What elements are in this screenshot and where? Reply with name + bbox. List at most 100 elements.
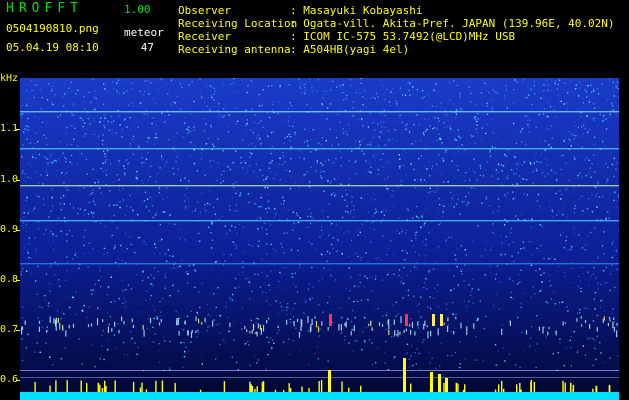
- noise-speck: [191, 163, 193, 166]
- noise-speck: [415, 363, 417, 365]
- noise-speck: [299, 86, 301, 88]
- noise-speck: [93, 198, 95, 200]
- noise-speck: [27, 92, 30, 94]
- noise-speck: [399, 158, 401, 160]
- noise-speck: [617, 84, 619, 86]
- noise-speck: [155, 214, 157, 216]
- noise-speck: [156, 173, 158, 175]
- noise-speck: [437, 117, 439, 119]
- noise-speck: [267, 90, 269, 93]
- noise-speck: [515, 142, 518, 145]
- noise-speck: [392, 304, 395, 306]
- band-speck: [612, 321, 614, 329]
- noise-speck: [72, 296, 74, 299]
- noise-speck: [405, 232, 407, 234]
- noise-speck: [549, 274, 551, 276]
- noise-speck: [265, 228, 268, 231]
- noise-speck: [594, 340, 596, 342]
- noise-speck: [51, 205, 54, 207]
- noise-speck: [489, 266, 491, 268]
- noise-speck: [454, 138, 456, 140]
- noise-speck: [505, 89, 507, 91]
- noise-speck: [348, 231, 350, 233]
- band-speck: [277, 325, 279, 329]
- noise-speck: [309, 298, 311, 300]
- noise-speck: [173, 267, 176, 269]
- noise-speck: [354, 161, 356, 164]
- noise-speck: [544, 140, 546, 142]
- noise-speck: [447, 119, 449, 121]
- noise-speck: [113, 334, 115, 336]
- noise-speck: [297, 221, 300, 224]
- noise-speck: [374, 212, 376, 214]
- noise-speck: [489, 149, 492, 151]
- band-speck: [68, 324, 70, 329]
- noise-speck: [200, 158, 203, 160]
- noise-speck: [282, 155, 285, 157]
- noise-speck: [385, 210, 388, 212]
- noise-speck: [508, 353, 511, 356]
- noise-speck: [468, 168, 470, 170]
- noise-speck: [160, 155, 163, 157]
- noise-speck: [180, 341, 182, 344]
- noise-speck: [616, 80, 618, 83]
- noise-speck: [79, 117, 81, 119]
- noise-speck: [431, 357, 433, 359]
- noise-speck: [284, 137, 286, 139]
- noise-speck: [113, 214, 115, 216]
- noise-speck: [486, 113, 489, 115]
- noise-speck: [99, 358, 101, 360]
- noise-speck: [363, 153, 365, 155]
- noise-speck: [371, 290, 374, 292]
- noise-speck: [399, 167, 401, 169]
- noise-speck: [288, 133, 290, 136]
- noise-speck: [402, 164, 405, 166]
- noise-speck: [428, 142, 430, 144]
- noise-speck: [296, 291, 299, 293]
- noise-speck: [43, 204, 45, 206]
- noise-speck: [216, 138, 219, 140]
- noise-speck: [114, 244, 116, 247]
- noise-speck: [82, 121, 85, 123]
- noise-speck: [470, 137, 473, 139]
- noise-speck: [344, 335, 346, 337]
- noise-speck: [586, 115, 588, 117]
- noise-speck: [160, 311, 162, 313]
- noise-speck: [165, 123, 168, 125]
- noise-speck: [123, 119, 126, 121]
- signal-spike: [501, 380, 503, 392]
- noise-speck: [273, 342, 275, 344]
- noise-speck: [399, 87, 402, 89]
- noise-speck: [495, 91, 497, 93]
- noise-speck: [267, 200, 269, 203]
- noise-speck: [353, 205, 355, 207]
- noise-speck: [372, 96, 375, 98]
- noise-speck: [71, 163, 73, 165]
- noise-speck: [611, 312, 613, 314]
- noise-speck: [92, 189, 94, 191]
- noise-speck: [494, 132, 496, 134]
- noise-speck: [162, 198, 164, 200]
- band-speck: [538, 326, 540, 331]
- noise-speck: [482, 88, 484, 91]
- noise-speck: [341, 195, 343, 198]
- noise-speck: [348, 256, 350, 258]
- noise-speck: [535, 152, 537, 154]
- noise-speck: [520, 211, 523, 214]
- noise-speck: [59, 203, 61, 205]
- noise-speck: [21, 157, 23, 159]
- noise-speck: [340, 229, 342, 231]
- noise-speck: [404, 259, 406, 261]
- noise-speck: [163, 159, 165, 161]
- noise-speck: [94, 142, 96, 145]
- noise-speck: [453, 275, 455, 277]
- band-speck: [90, 323, 93, 327]
- noise-speck: [39, 351, 41, 353]
- noise-speck: [332, 162, 335, 164]
- noise-speck: [440, 138, 442, 141]
- noise-speck: [38, 117, 40, 120]
- noise-speck: [112, 135, 114, 137]
- noise-speck: [158, 141, 160, 143]
- noise-speck: [154, 253, 156, 255]
- noise-speck: [235, 204, 238, 206]
